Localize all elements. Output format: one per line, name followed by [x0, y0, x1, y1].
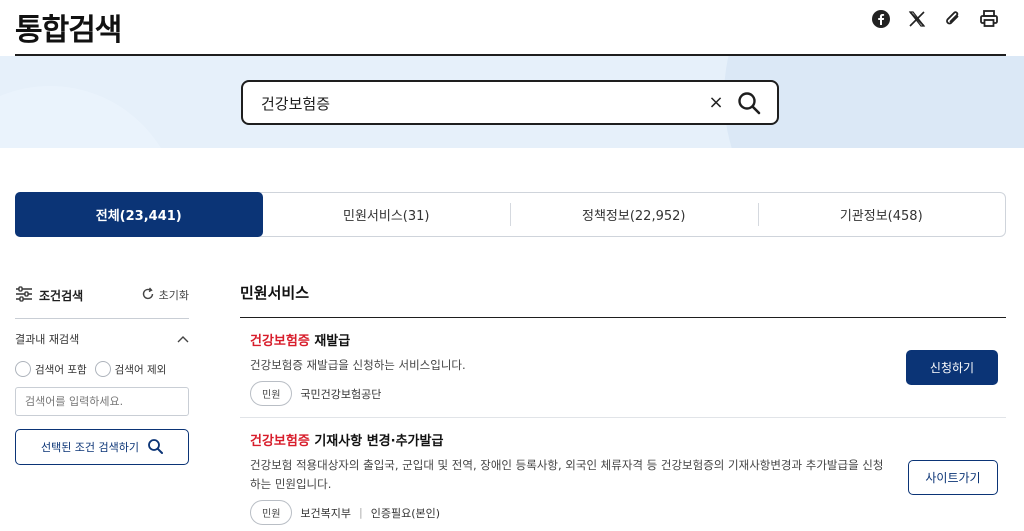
result-description: 건강보험증 재발급을 신청하는 서비스입니다. — [250, 358, 466, 372]
reset-button[interactable]: 초기화 — [141, 287, 189, 304]
re-search-input[interactable] — [15, 387, 189, 416]
print-icon[interactable] — [978, 8, 1000, 30]
result-item: 건강보험증 재발급 건강보험증 재발급을 신청하는 서비스입니다. 민원 국민건… — [240, 318, 1006, 418]
tab-agency-info[interactable]: 기관정보(458) — [757, 193, 1006, 236]
condition-search-label: 선택된 조건 검색하기 — [40, 441, 140, 454]
page-title: 통합검색 — [15, 13, 122, 48]
link-icon[interactable] — [942, 8, 964, 30]
radio-include-keyword[interactable]: 검색어 포함 — [15, 361, 87, 377]
divider — [15, 318, 189, 319]
re-search-heading: 결과내 재검색 — [15, 333, 80, 346]
radio-exclude-label: 검색어 제외 — [114, 363, 167, 376]
clear-search-button[interactable]: × — [707, 93, 725, 113]
re-search-section-toggle[interactable]: 결과내 재검색 — [15, 331, 189, 347]
meta-separator: | — [359, 506, 363, 519]
category-chip: 민원 — [250, 500, 293, 525]
filter-title: 조건검색 — [15, 285, 84, 305]
facebook-icon[interactable] — [870, 8, 892, 30]
radio-include-label: 검색어 포함 — [35, 363, 87, 376]
result-org: 국민건강보험공단 — [300, 387, 382, 401]
x-icon[interactable] — [906, 8, 928, 30]
sliders-icon — [15, 285, 33, 305]
tab-policy-info[interactable]: 정책정보(22,952) — [510, 193, 758, 236]
radio-circle[interactable] — [15, 361, 31, 377]
results-panel: 민원서비스 건강보험증 재발급 건강보험증 재발급을 신청하는 서비스입니다. … — [240, 282, 1006, 531]
category-chip: 민원 — [250, 381, 293, 406]
apply-button[interactable]: 신청하기 — [906, 350, 998, 385]
result-title[interactable]: 건강보험증 재발급 — [250, 330, 1006, 349]
reset-label: 초기화 — [158, 289, 189, 302]
result-title-highlight: 건강보험증 — [250, 334, 310, 349]
result-title-rest: 재발급 — [309, 334, 351, 349]
search-band: × — [0, 56, 1024, 148]
band-decoration — [0, 86, 180, 148]
result-item: 건강보험증 기재사항 변경·추가발급 건강보험 적용대상자의 출입국, 군입대 … — [240, 418, 1006, 531]
search-icon — [147, 438, 164, 457]
radio-circle[interactable] — [94, 361, 111, 377]
search-icon[interactable] — [737, 91, 761, 115]
result-title-rest: 기재사항 변경·추가발급 — [309, 434, 444, 449]
result-title-highlight: 건강보험증 — [250, 434, 310, 449]
tab-civil-services[interactable]: 민원서비스(31) — [263, 193, 511, 236]
condition-search-button[interactable]: 선택된 조건 검색하기 — [15, 429, 189, 465]
auth-requirement: 인증필요(본인) — [370, 506, 441, 520]
tab-all[interactable]: 전체(23,441) — [15, 192, 263, 237]
filter-title-label: 조건검색 — [39, 288, 84, 303]
search-box: × — [241, 80, 779, 125]
share-toolbar — [870, 8, 1000, 30]
visit-site-button[interactable]: 사이트가기 — [908, 460, 998, 495]
category-tabs: 전체(23,441) 민원서비스(31) 정책정보(22,952) 기관정보(4… — [15, 192, 1006, 237]
chevron-up-icon — [177, 333, 189, 346]
search-input[interactable] — [261, 92, 681, 114]
section-title: 민원서비스 — [240, 284, 310, 302]
result-description: 건강보험 적용대상자의 출입국, 군입대 및 전역, 장애인 등록사항, 외국인… — [250, 458, 884, 491]
result-title[interactable]: 건강보험증 기재사항 변경·추가발급 — [250, 430, 1006, 449]
result-org: 보건복지부 — [300, 506, 352, 520]
refresh-icon — [141, 287, 155, 304]
filter-panel: 조건검색 초기화 결과내 재검색 검색어 포함 검색어 제외 선택된 조건 검색… — [15, 282, 189, 465]
radio-exclude-keyword[interactable]: 검색어 제외 — [94, 361, 167, 377]
